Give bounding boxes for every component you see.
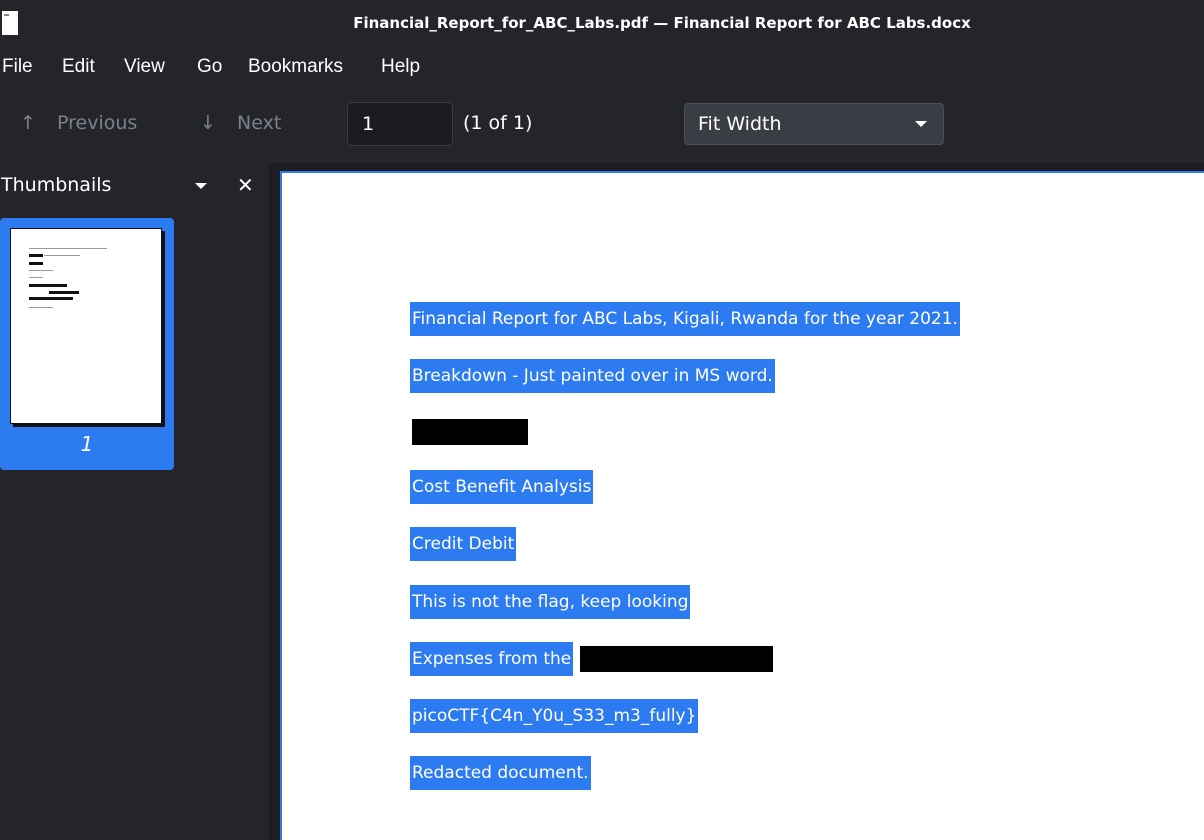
menu-edit[interactable]: Edit: [62, 56, 95, 78]
thumbnail-line: [29, 307, 53, 308]
doc-line-flag[interactable]: picoCTF{C4n_Y0u_S33_m3_fully}: [410, 699, 699, 733]
doc-line-credit-debit[interactable]: Credit Debit: [410, 527, 517, 561]
menu-bar: File Edit View Go Bookmarks Help: [0, 48, 1204, 88]
page-count-label: (1 of 1): [463, 112, 533, 134]
doc-line-title[interactable]: Financial Report for ABC Labs, Kigali, R…: [410, 302, 960, 336]
doc-line-expenses[interactable]: Expenses from the: [410, 642, 574, 676]
redaction-box: [412, 419, 528, 445]
previous-label: Previous: [57, 112, 138, 134]
menu-bookmarks[interactable]: Bookmarks: [248, 56, 343, 78]
zoom-value: Fit Width: [698, 113, 782, 135]
doc-line-text: Credit Debit: [410, 527, 517, 561]
arrow-up-icon: ↑: [20, 112, 36, 134]
document-view: Financial Report for ABC Labs, Kigali, R…: [269, 163, 1204, 840]
doc-line-text: Breakdown - Just painted over in MS word…: [410, 359, 775, 393]
doc-line-not-flag[interactable]: This is not the flag, keep looking: [410, 585, 691, 619]
sidebar: Thumbnails ✕ 1: [0, 163, 269, 840]
thumbnail-redaction: [29, 284, 67, 287]
sidebar-title: Thumbnails: [1, 174, 112, 196]
sidebar-mode-dropdown-icon[interactable]: [195, 183, 207, 189]
next-page-button[interactable]: ↓ Next: [197, 112, 281, 140]
doc-line-text: Financial Report for ABC Labs, Kigali, R…: [410, 302, 960, 336]
doc-line-cost-benefit[interactable]: Cost Benefit Analysis: [410, 470, 594, 504]
page-number-input[interactable]: 1: [347, 102, 453, 146]
doc-line-text: This is not the flag, keep looking: [410, 585, 691, 619]
previous-page-button[interactable]: ↑ Previous: [17, 112, 137, 140]
arrow-down-icon: ↓: [200, 112, 216, 134]
redaction-box: [580, 646, 773, 672]
doc-line-redacted[interactable]: Redacted document.: [410, 756, 591, 790]
thumbnail-line: [29, 277, 43, 278]
menu-go[interactable]: Go: [197, 56, 222, 78]
title-bar: Financial_Report_for_ABC_Labs.pdf — Fina…: [0, 0, 1204, 48]
thumbnail-page-number: 1: [80, 432, 94, 456]
window-title: Financial_Report_for_ABC_Labs.pdf — Fina…: [353, 14, 971, 32]
thumbnail-redaction: [49, 291, 79, 294]
thumbnail-page-preview: [10, 228, 162, 424]
document-viewer-window: Financial_Report_for_ABC_Labs.pdf — Fina…: [0, 0, 1204, 840]
next-label: Next: [237, 112, 282, 134]
document-page: Financial Report for ABC Labs, Kigali, R…: [280, 171, 1204, 840]
thumbnail-redaction: [29, 262, 43, 265]
sidebar-header: Thumbnails ✕: [0, 163, 269, 208]
toolbar: ↑ Previous ↓ Next 1 (1 of 1) Fit Width: [0, 88, 1204, 163]
doc-line-text: Cost Benefit Analysis: [410, 470, 594, 504]
close-icon[interactable]: ✕: [237, 173, 254, 197]
doc-line-breakdown[interactable]: Breakdown - Just painted over in MS word…: [410, 359, 775, 393]
thumbnail-line: [29, 248, 107, 249]
menu-file[interactable]: File: [2, 56, 33, 78]
menu-help[interactable]: Help: [381, 56, 420, 78]
doc-line-text: Redacted document.: [410, 756, 591, 790]
thumbnail-line: [44, 255, 80, 256]
thumbnail-line: [29, 270, 53, 271]
chevron-down-icon: [915, 121, 927, 127]
doc-line-text: Expenses from the: [410, 642, 574, 676]
zoom-select[interactable]: Fit Width: [684, 103, 944, 145]
thumbnail-redaction: [29, 297, 73, 300]
doc-line-text: picoCTF{C4n_Y0u_S33_m3_fully}: [410, 699, 699, 733]
menu-view[interactable]: View: [124, 56, 165, 78]
thumbnail-redaction: [29, 254, 43, 257]
page-thumbnail[interactable]: 1: [0, 218, 174, 470]
